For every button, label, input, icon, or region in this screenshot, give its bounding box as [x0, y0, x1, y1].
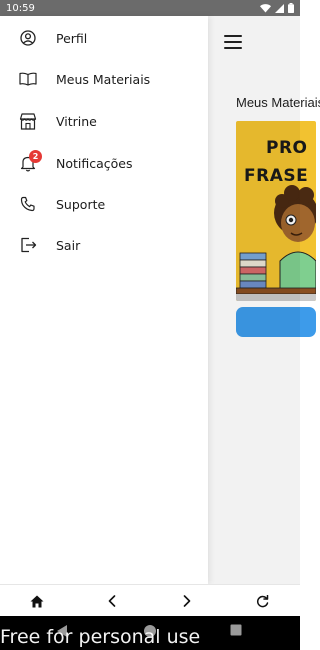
drawer-item-meus-materiais[interactable]: Meus Materiais — [0, 59, 208, 99]
drawer-item-suporte[interactable]: Suporte — [0, 184, 208, 224]
store-icon — [18, 111, 38, 131]
back-chevron-icon[interactable] — [103, 592, 121, 610]
navigation-drawer: Perfil Meus Materiais Vitrine 2 Notifica… — [0, 16, 208, 584]
home-icon[interactable] — [28, 592, 46, 610]
drawer-item-perfil[interactable]: Perfil — [0, 18, 208, 58]
drawer-item-vitrine[interactable]: Vitrine — [0, 101, 208, 141]
refresh-icon[interactable] — [253, 592, 271, 610]
drawer-item-label: Meus Materiais — [56, 71, 151, 87]
notification-badge: 2 — [29, 150, 42, 163]
forward-chevron-icon[interactable] — [178, 592, 196, 610]
book-open-icon — [18, 69, 38, 89]
user-circle-icon — [18, 28, 38, 48]
watermark-text: Free for personal use — [0, 626, 201, 648]
wifi-icon — [260, 3, 271, 12]
logout-icon — [18, 235, 38, 255]
system-navigation-bar: Free for personal use — [0, 616, 300, 650]
drawer-item-notificacoes[interactable]: 2 Notificações — [0, 143, 208, 183]
drawer-item-label: Vitrine — [56, 113, 97, 129]
drawer-item-label: Suporte — [56, 196, 106, 212]
bottom-toolbar — [0, 584, 300, 616]
drawer-item-label: Sair — [56, 237, 81, 253]
status-bar: 10:59 — [0, 0, 300, 16]
drawer-item-label: Notificações — [56, 155, 133, 171]
status-time: 10:59 — [6, 2, 35, 14]
signal-icon — [275, 3, 284, 13]
battery-icon — [288, 3, 294, 13]
drawer-scrim[interactable] — [208, 16, 300, 584]
drawer-item-sair[interactable]: Sair — [0, 225, 208, 265]
recents-square-icon[interactable] — [230, 624, 242, 636]
phone-icon — [18, 194, 38, 214]
drawer-item-label: Perfil — [56, 30, 88, 46]
